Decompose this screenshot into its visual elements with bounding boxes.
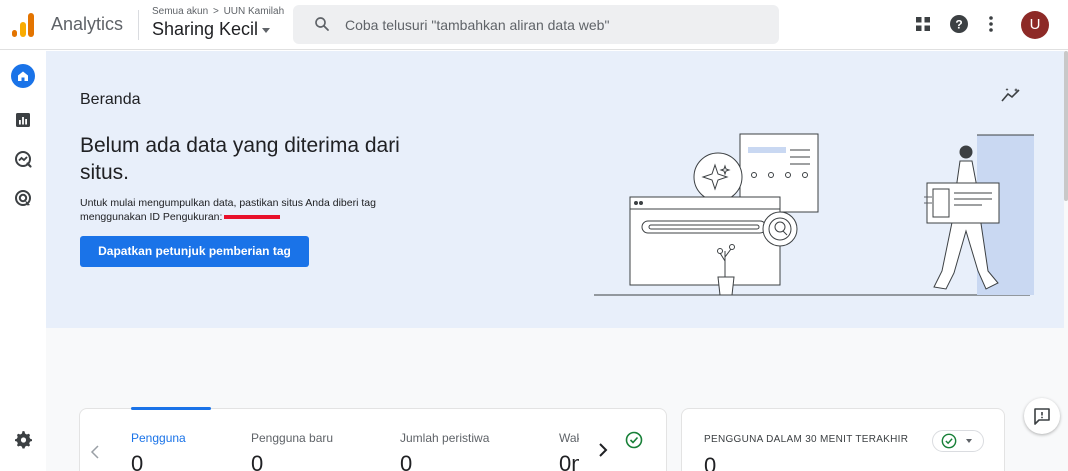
account-crumb-all: Semua akun bbox=[152, 6, 209, 17]
page-scrollbar[interactable] bbox=[1064, 51, 1068, 201]
metric-value: 0 bbox=[400, 451, 413, 471]
realtime-value: 0 bbox=[704, 453, 717, 471]
app-name: Analytics bbox=[51, 14, 124, 34]
more-vert-icon[interactable] bbox=[982, 15, 1000, 33]
metric-value: 0 bbox=[251, 451, 264, 471]
check-circle-icon bbox=[941, 433, 957, 449]
account-name: UUN Kamilah bbox=[223, 6, 285, 17]
active-tab-indicator bbox=[131, 407, 211, 410]
main-content: Beranda Belum ada data yang diterima dar… bbox=[46, 51, 1068, 471]
metric-label: Waktu bbox=[559, 431, 579, 445]
nav-home[interactable] bbox=[11, 64, 35, 88]
check-circle-icon[interactable] bbox=[625, 431, 643, 449]
property-selector[interactable]: Sharing Kecil bbox=[152, 19, 271, 40]
tagging-instructions-button[interactable]: Dapatkan petunjuk pemberian tag bbox=[80, 236, 309, 267]
avatar[interactable]: U bbox=[1021, 11, 1049, 39]
left-nav-rail bbox=[0, 51, 46, 471]
analytics-logo[interactable] bbox=[12, 13, 34, 37]
search-icon bbox=[315, 17, 329, 31]
chevron-right-icon[interactable] bbox=[598, 442, 608, 458]
metric-label: Jumlah peristiwa bbox=[400, 431, 490, 445]
home-hero-banner: Beranda Belum ada data yang diterima dar… bbox=[46, 51, 1064, 328]
hero-headline: Belum ada data yang diterima dari situs. bbox=[80, 134, 400, 184]
realtime-card: PENGGUNA DALAM 30 MENIT TERAKHIR 0 bbox=[681, 408, 1005, 471]
search-bar[interactable]: Coba telusuri "tambahkan aliran data web… bbox=[293, 5, 779, 44]
feedback-button[interactable] bbox=[1024, 398, 1060, 434]
metric-new-users[interactable]: Pengguna baru 0 bbox=[251, 431, 333, 471]
realtime-label: PENGGUNA DALAM 30 MENIT TERAKHIR bbox=[704, 434, 909, 445]
caret-down-icon bbox=[966, 439, 972, 443]
explore-icon bbox=[15, 151, 32, 168]
metric-value: 0m bbox=[559, 451, 579, 471]
empty-state-illustration bbox=[594, 133, 1034, 296]
metric-value: 0 bbox=[131, 451, 144, 471]
nav-admin-settings[interactable] bbox=[11, 427, 35, 451]
nav-explore[interactable] bbox=[11, 147, 35, 171]
breadcrumb-chevron-icon: > bbox=[212, 6, 219, 17]
chevron-left-icon[interactable] bbox=[90, 445, 100, 459]
feedback-icon bbox=[1034, 408, 1050, 425]
redacted-measurement-id bbox=[224, 215, 281, 220]
metric-label: Pengguna bbox=[131, 431, 186, 445]
home-icon bbox=[18, 71, 28, 81]
apps-grid-icon[interactable] bbox=[916, 17, 930, 31]
metrics-card: Pengguna 0 Pengguna baru 0 Jumlah perist… bbox=[79, 407, 667, 471]
metric-label: Pengguna baru bbox=[251, 431, 334, 445]
hero-description: Untuk mulai mengumpulkan data, pastikan … bbox=[80, 196, 400, 224]
advertising-icon bbox=[15, 190, 31, 206]
nav-reports[interactable] bbox=[11, 108, 35, 132]
realtime-compare-dropdown[interactable] bbox=[932, 430, 984, 452]
metric-engagement-time[interactable]: Waktu 0m bbox=[559, 431, 579, 471]
nav-advertising[interactable] bbox=[11, 186, 35, 210]
insights-icon[interactable] bbox=[1001, 87, 1021, 103]
reports-icon bbox=[16, 113, 30, 127]
metric-users[interactable]: Pengguna 0 bbox=[131, 431, 186, 471]
settings-icon bbox=[15, 431, 32, 449]
search-input[interactable]: Coba telusuri "tambahkan aliran data web… bbox=[345, 17, 609, 33]
top-app-bar: Analytics Semua akun > UUN Kamilah Shari… bbox=[0, 0, 1068, 50]
help-icon[interactable]: ? bbox=[950, 15, 968, 33]
svg-text:?: ? bbox=[955, 18, 962, 32]
page-title: Beranda bbox=[80, 91, 141, 108]
account-breadcrumb[interactable]: Semua akun > UUN Kamilah bbox=[152, 6, 284, 17]
divider bbox=[138, 10, 139, 40]
metric-event-count[interactable]: Jumlah peristiwa 0 bbox=[400, 431, 489, 471]
property-name: Sharing Kecil bbox=[152, 19, 259, 39]
caret-down-icon bbox=[262, 27, 271, 33]
